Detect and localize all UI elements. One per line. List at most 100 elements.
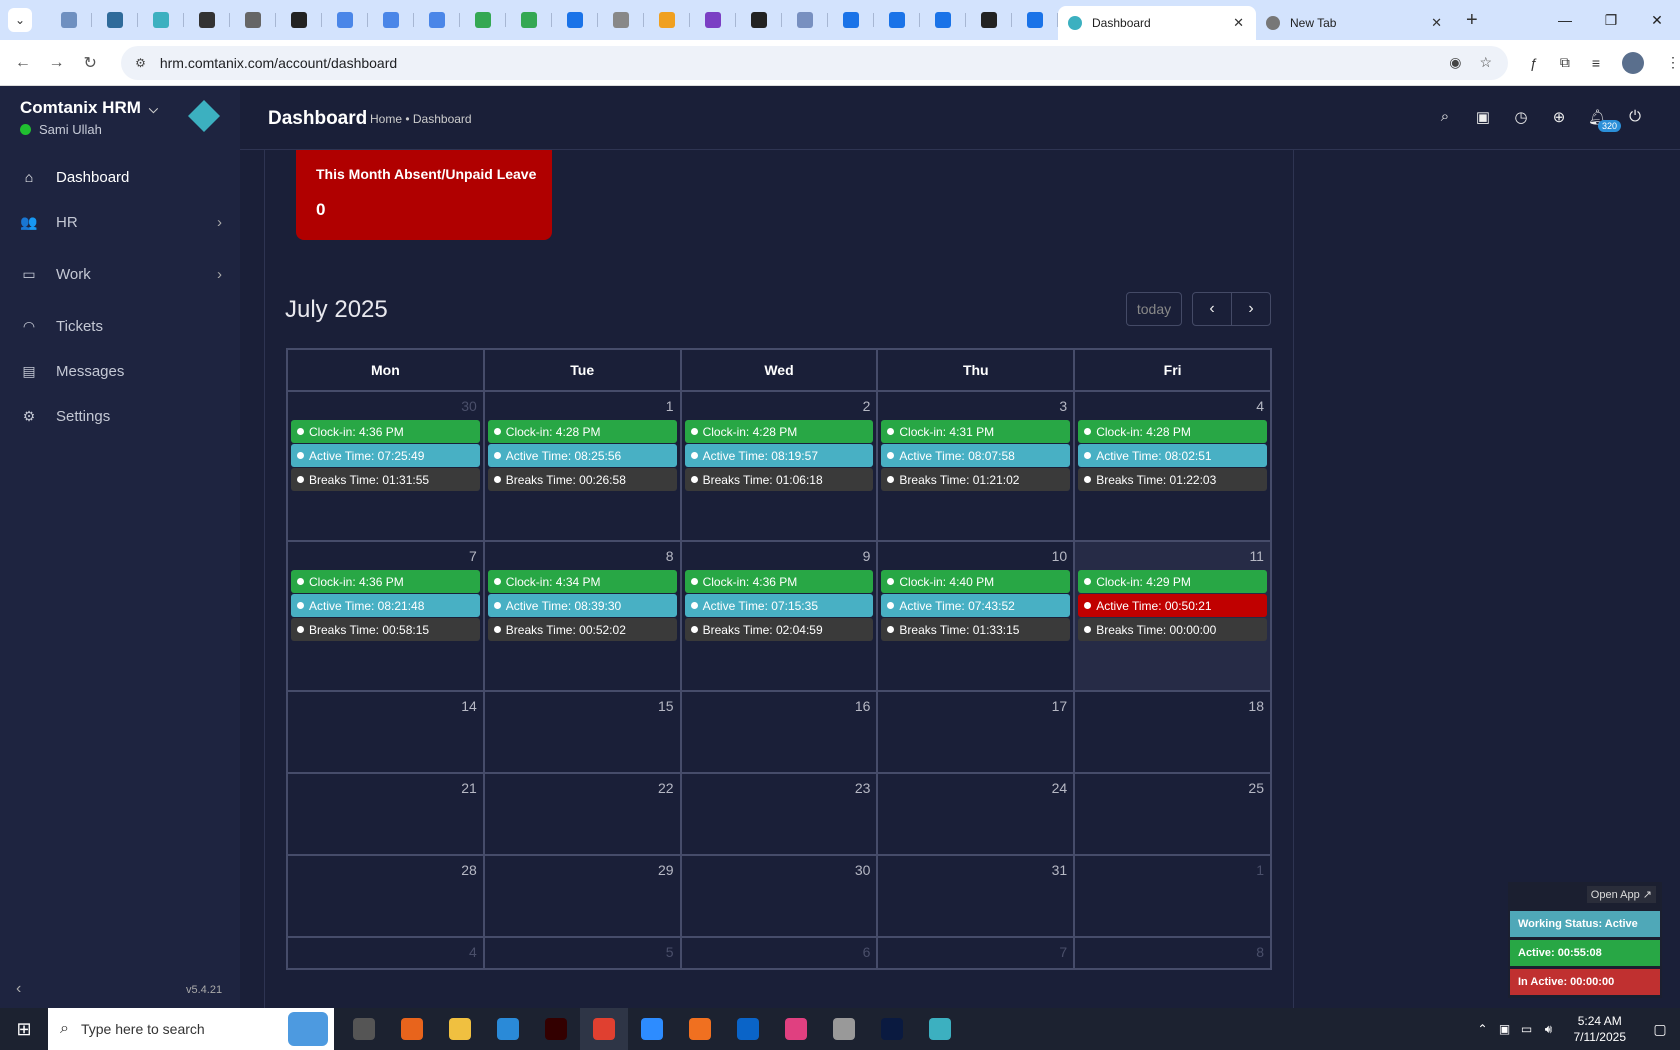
pinned-tab[interactable] <box>414 4 460 36</box>
sidebar-item-tickets[interactable]: ◠ Tickets <box>0 301 240 351</box>
pinned-tab[interactable] <box>1012 4 1058 36</box>
pinned-tab[interactable] <box>322 4 368 36</box>
restore-icon[interactable]: ❐ <box>1588 0 1634 40</box>
calendar-day-cell[interactable]: 16 <box>682 692 879 772</box>
taskbar-app-firefox[interactable] <box>388 1008 436 1050</box>
calendar-event[interactable]: Clock-in: 4:36 PM <box>291 420 480 443</box>
calendar-event[interactable]: Breaks Time: 00:26:58 <box>487 468 677 491</box>
day-number[interactable]: 7 <box>1059 944 1067 960</box>
day-number[interactable]: 4 <box>1256 398 1264 414</box>
pinned-tab[interactable] <box>920 4 966 36</box>
day-number[interactable]: 22 <box>658 780 674 796</box>
day-number[interactable]: 1 <box>1256 862 1264 878</box>
day-number[interactable]: 2 <box>863 398 871 414</box>
pinned-tab[interactable] <box>46 4 92 36</box>
calendar-event[interactable]: Clock-in: 4:36 PM <box>291 570 480 593</box>
pinned-tab[interactable] <box>874 4 920 36</box>
calendar-day-cell[interactable]: 7 Clock-in: 4:36 PM Active Time: 08:21:48 B… <box>288 542 485 690</box>
site-info-icon[interactable]: ⚙ <box>135 56 146 70</box>
calendar-day-cell[interactable]: 17 <box>878 692 1076 772</box>
day-number[interactable]: 4 <box>469 944 477 960</box>
calendar-event[interactable]: Clock-in: 4:28 PM <box>1078 420 1267 443</box>
day-number[interactable]: 11 <box>1249 548 1264 564</box>
sidebar-item-work[interactable]: ▭ Work › <box>0 249 240 299</box>
day-number[interactable]: 23 <box>855 780 871 796</box>
calendar-day-cell[interactable]: 4 Clock-in: 4:28 PM Active Time: 08:02:51 B… <box>1075 392 1270 540</box>
sidebar-item-dashboard[interactable]: ⌂ Dashboard <box>0 152 240 202</box>
calendar-day-cell[interactable]: 8 <box>1075 938 1270 968</box>
sidebar-item-settings[interactable]: ⚙ Settings <box>0 391 240 441</box>
calendar-event[interactable]: Breaks Time: 01:21:02 <box>881 468 1071 491</box>
day-number[interactable]: 31 <box>1052 862 1068 878</box>
calendar-day-cell[interactable]: 5 <box>485 938 682 968</box>
calendar-event[interactable]: Clock-in: 4:34 PM <box>487 570 677 593</box>
calendar-day-cell[interactable]: 2 Clock-in: 4:28 PM Active Time: 08:19:57 B… <box>682 392 879 540</box>
calendar-event[interactable]: Active Time: 08:02:51 <box>1078 444 1267 467</box>
calendar-day-cell[interactable]: 21 <box>288 774 485 854</box>
calendar-day-cell[interactable]: 22 <box>485 774 682 854</box>
calendar-day-cell[interactable]: 1 Clock-in: 4:28 PM Active Time: 08:25:56 B… <box>485 392 682 540</box>
day-number[interactable]: 21 <box>461 780 477 796</box>
pinned-tab[interactable] <box>644 4 690 36</box>
pinned-tab[interactable] <box>966 4 1012 36</box>
reload-icon[interactable]: ↻ <box>73 53 107 73</box>
calendar-event[interactable]: Clock-in: 4:36 PM <box>684 570 874 593</box>
day-number[interactable]: 7 <box>469 548 477 564</box>
taskbar-app-zoom[interactable] <box>628 1008 676 1050</box>
calendar-event[interactable]: Breaks Time: 00:00:00 <box>1078 618 1267 641</box>
day-number[interactable]: 29 <box>658 862 674 878</box>
calendar-day-cell[interactable]: 14 <box>288 692 485 772</box>
forward-icon[interactable]: → <box>40 54 74 72</box>
day-number[interactable]: 30 <box>855 862 871 878</box>
calendar-day-cell[interactable]: 15 <box>485 692 682 772</box>
day-number[interactable]: 28 <box>461 862 477 878</box>
pinned-tab[interactable] <box>782 4 828 36</box>
calendar-event[interactable]: Active Time: 08:21:48 <box>291 594 480 617</box>
calendar-day-cell[interactable]: 11 Clock-in: 4:29 PM Active Time: 00:50:21… <box>1075 542 1270 690</box>
taskbar-search[interactable]: ⌕ Type here to search <box>48 1008 334 1050</box>
display-icon[interactable]: ▭ <box>1516 1022 1538 1036</box>
calendar-event[interactable]: Breaks Time: 02:04:59 <box>684 618 874 641</box>
open-app-button[interactable]: Open App ↗ <box>1586 886 1656 903</box>
day-number[interactable]: 8 <box>1256 944 1264 960</box>
search-icon[interactable]: ⌕ <box>1436 108 1454 143</box>
calendar-event[interactable]: Active Time: 08:19:57 <box>684 444 874 467</box>
extensions-puzzle-icon[interactable]: ⧉ <box>1560 54 1570 71</box>
pinned-tab[interactable] <box>552 4 598 36</box>
calendar-day-cell[interactable]: 29 <box>485 856 682 936</box>
pinned-tab[interactable] <box>506 4 552 36</box>
taskbar-app-creative-cloud[interactable] <box>772 1008 820 1050</box>
pinned-tab[interactable] <box>736 4 782 36</box>
tab-new-tab[interactable]: New Tab ✕ <box>1256 6 1454 40</box>
day-number[interactable]: 10 <box>1052 548 1068 564</box>
day-number[interactable]: 30 <box>461 398 477 414</box>
taskbar-clock[interactable]: 5:24 AM 7/11/2025 <box>1574 1013 1627 1045</box>
taskbar-app-illustrator[interactable] <box>532 1008 580 1050</box>
calendar-event[interactable]: Active Time: 08:25:56 <box>487 444 677 467</box>
calendar-event[interactable]: Clock-in: 4:31 PM <box>881 420 1071 443</box>
media-icon[interactable]: ≡ <box>1592 55 1600 71</box>
pinned-tab[interactable] <box>276 4 322 36</box>
calendar-day-cell[interactable]: 9 Clock-in: 4:36 PM Active Time: 07:15:35 B… <box>682 542 879 690</box>
calendar-event[interactable]: Active Time: 07:15:35 <box>684 594 874 617</box>
day-number[interactable]: 3 <box>1059 398 1067 414</box>
volume-icon[interactable]: 🔊︎ <box>1538 1022 1560 1037</box>
calendar-event[interactable]: Breaks Time: 01:31:55 <box>291 468 480 491</box>
calendar-event[interactable]: Active Time: 08:39:30 <box>487 594 677 617</box>
day-number[interactable]: 14 <box>461 698 477 714</box>
calendar-event[interactable]: Breaks Time: 01:33:15 <box>881 618 1071 641</box>
add-circle-icon[interactable]: ⊕ <box>1550 108 1568 143</box>
url-text[interactable]: hrm.comtanix.com/account/dashboard <box>160 55 397 71</box>
calendar-day-cell[interactable]: 18 <box>1075 692 1270 772</box>
calendar-day-cell[interactable]: 6 <box>682 938 879 968</box>
calendar-event[interactable]: Clock-in: 4:28 PM <box>487 420 677 443</box>
browser-menu-icon[interactable]: ⋮ <box>1666 54 1680 71</box>
calendar-day-cell[interactable]: 7 <box>878 938 1076 968</box>
calendar-day-cell[interactable]: 31 <box>878 856 1076 936</box>
pinned-tab[interactable] <box>598 4 644 36</box>
sidebar-item-hr[interactable]: 👥 HR › <box>0 197 240 247</box>
day-number[interactable]: 15 <box>658 698 674 714</box>
pinned-tab[interactable] <box>828 4 874 36</box>
calendar-day-cell[interactable]: 8 Clock-in: 4:34 PM Active Time: 08:39:30 B… <box>485 542 682 690</box>
power-icon[interactable]: ⏻ <box>1626 108 1644 143</box>
